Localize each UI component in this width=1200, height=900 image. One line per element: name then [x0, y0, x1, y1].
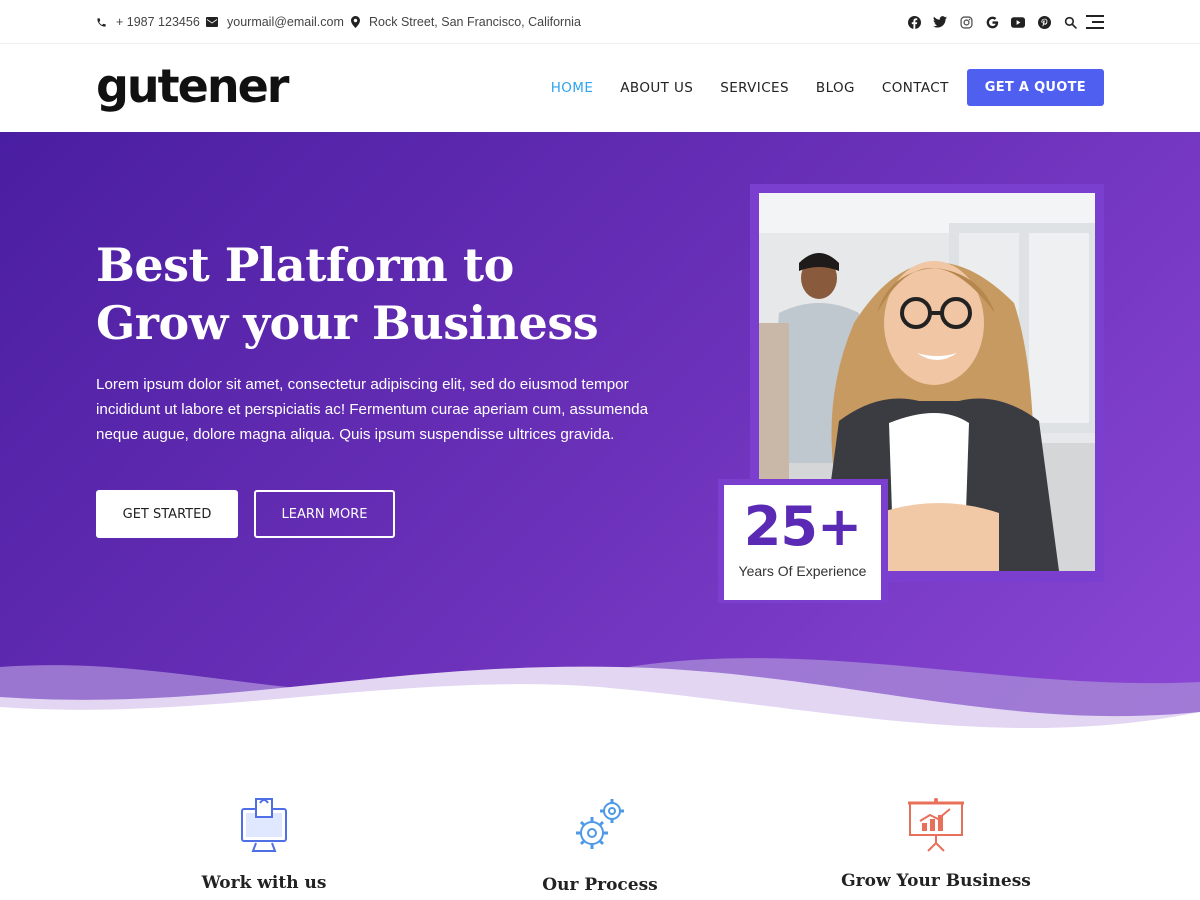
experience-number: 25+ — [743, 495, 862, 558]
feature-grow-your-business: Grow Your Business — [806, 797, 1066, 891]
top-bar: + 1987 123456 yourmail@email.com Rock St… — [0, 0, 1200, 44]
nav-contact[interactable]: CONTACT — [882, 80, 949, 96]
site-logo[interactable]: gutener — [96, 58, 289, 114]
phone-contact[interactable]: + 1987 123456 — [96, 15, 200, 29]
nav-blog[interactable]: BLOG — [816, 80, 855, 96]
menu-toggle-icon[interactable] — [1086, 15, 1104, 29]
phone-text: + 1987 123456 — [116, 15, 200, 29]
youtube-icon[interactable] — [1010, 14, 1026, 30]
hero-section: Best Platform to Grow your Business Lore… — [0, 132, 1200, 752]
experience-card: 25+ Years Of Experience — [724, 485, 881, 600]
feature-title: Our Process — [542, 875, 658, 895]
map-marker-icon — [351, 16, 360, 28]
hero-wave-divider — [0, 658, 1200, 752]
address-contact: Rock Street, San Francisco, California — [351, 15, 581, 29]
nav-home[interactable]: HOME — [551, 80, 594, 96]
get-a-quote-button[interactable]: GET A QUOTE — [966, 69, 1104, 106]
nav-about-us[interactable]: ABOUT US — [620, 80, 693, 96]
feature-our-process: Our Process — [470, 797, 730, 895]
facebook-icon[interactable] — [906, 14, 922, 30]
get-started-button[interactable]: GET STARTED — [96, 490, 238, 538]
address-text: Rock Street, San Francisco, California — [369, 15, 581, 29]
hero-title: Best Platform to Grow your Business — [96, 238, 599, 350]
monitor-shopping-bag-icon — [241, 798, 287, 852]
email-contact[interactable]: yourmail@email.com — [206, 15, 344, 29]
twitter-icon[interactable] — [932, 14, 948, 30]
instagram-icon[interactable] — [958, 14, 974, 30]
google-icon[interactable] — [984, 14, 1000, 30]
gears-icon — [576, 799, 624, 849]
experience-label: Years Of Experience — [738, 563, 867, 579]
presentation-chart-icon — [908, 798, 964, 852]
search-icon[interactable] — [1062, 14, 1078, 30]
feature-title: Grow Your Business — [841, 871, 1031, 891]
learn-more-button[interactable]: LEARN MORE — [254, 490, 395, 538]
pinterest-icon[interactable] — [1036, 14, 1052, 30]
social-links — [896, 14, 1078, 30]
feature-work-with-us: Work with us — [134, 795, 394, 893]
main-navigation: HOME ABOUT US SERVICES BLOG CONTACT GET … — [524, 69, 1104, 106]
feature-title: Work with us — [201, 873, 327, 893]
email-text: yourmail@email.com — [227, 15, 344, 29]
phone-icon — [97, 17, 106, 27]
nav-services[interactable]: SERVICES — [720, 80, 789, 96]
envelope-icon — [206, 17, 218, 27]
hero-description: Lorem ipsum dolor sit amet, consectetur … — [96, 376, 649, 443]
site-header: gutener HOME ABOUT US SERVICES BLOG CONT… — [0, 44, 1200, 132]
